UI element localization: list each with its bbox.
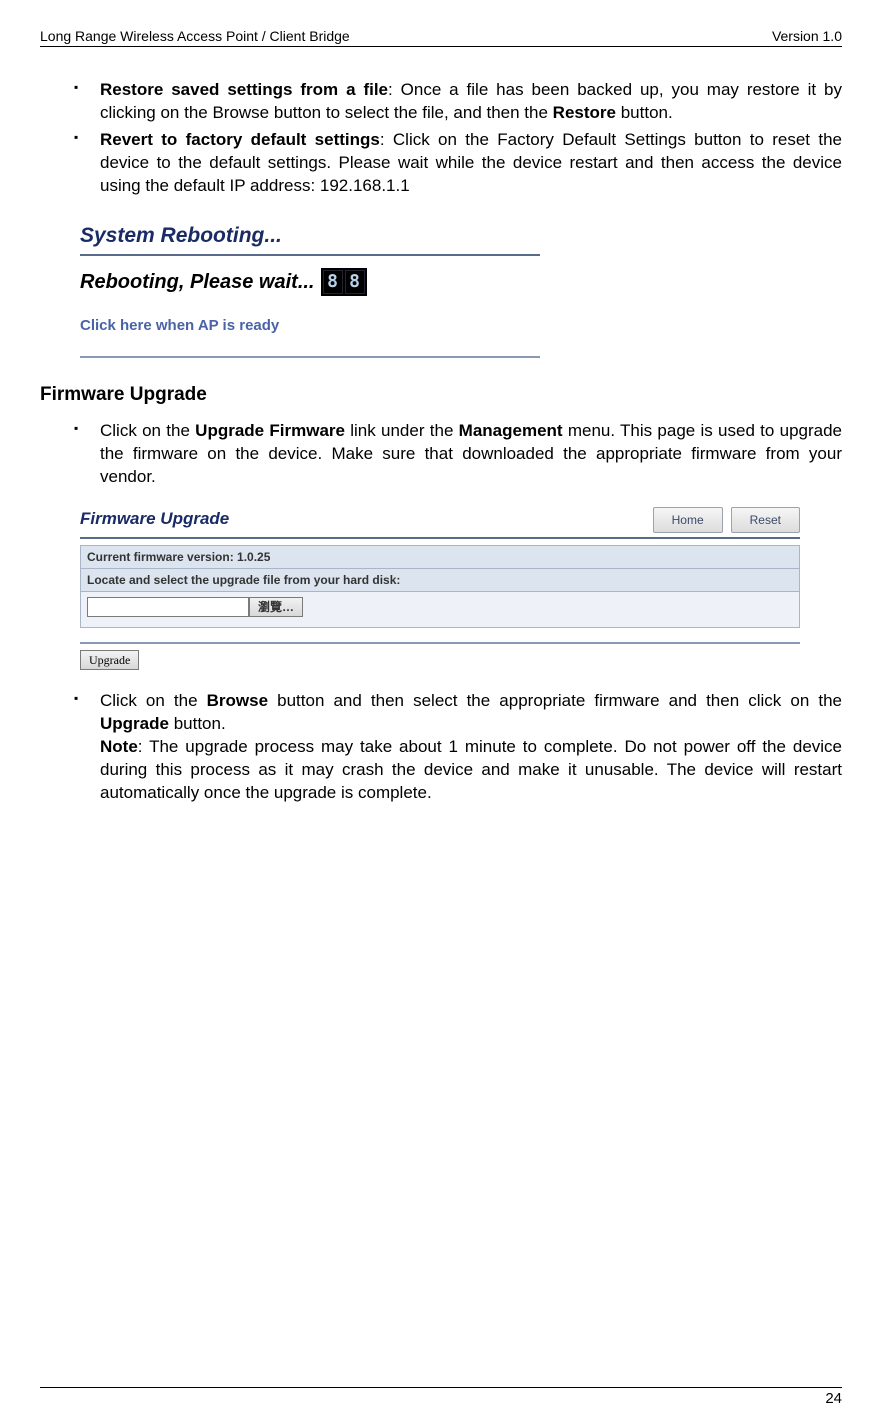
bullet-tail: button. [616,103,673,122]
t: Browse [207,691,268,710]
t: Upgrade Firmware [195,421,345,440]
divider [80,254,540,256]
divider [80,356,540,358]
bullet-lead: Revert to factory default settings [100,130,380,149]
t: link under the [345,421,459,440]
bullet-revert: Revert to factory default settings: Clic… [74,129,842,198]
t: Click on the [100,691,207,710]
bullet-upgrade-firmware: Click on the Upgrade Firmware link under… [74,420,842,489]
countdown-icon: 8 8 [321,268,367,296]
bullet-browse-upgrade: Click on the Browse button and then sele… [74,690,842,805]
browse-button[interactable]: 瀏覽… [249,597,303,617]
t: button. [169,714,226,733]
digit-2: 8 [345,270,365,294]
mid-bullet-list: Click on the Upgrade Firmware link under… [74,420,842,489]
screenshot-reboot: System Rebooting... Rebooting, Please wa… [80,222,540,359]
reboot-title: System Rebooting... [80,222,540,250]
divider [80,642,800,644]
fw-title: Firmware Upgrade [80,508,229,531]
reboot-msg: Rebooting, Please wait... [80,269,315,296]
bullet-tail-bold: Restore [553,103,616,122]
t: Click on the [100,421,195,440]
bullet-lead: Restore saved settings from a file [100,80,388,99]
t: Management [459,421,563,440]
t: Upgrade [100,714,169,733]
reset-button[interactable]: Reset [731,507,800,533]
header-right: Version 1.0 [772,28,842,44]
screenshot-firmware-upgrade: Firmware Upgrade Home Reset Current firm… [80,507,800,668]
divider [80,537,800,539]
fw-file-row: 瀏覽… [80,591,800,627]
fw-version-row: Current firmware version: 1.0.25 [80,545,800,568]
t: button and then select the appropriate f… [268,691,842,710]
ap-ready-link[interactable]: Click here when AP is ready [80,316,540,336]
page-footer: 24 [40,1387,842,1407]
digit-1: 8 [323,270,343,294]
fw-locate-row: Locate and select the upgrade file from … [80,568,800,591]
file-input[interactable] [87,597,249,617]
bottom-bullet-list: Click on the Browse button and then sele… [74,690,842,805]
home-button[interactable]: Home [653,507,723,533]
page-header: Long Range Wireless Access Point / Clien… [40,28,842,47]
page-number: 24 [825,1390,842,1407]
reboot-msg-row: Rebooting, Please wait... 8 8 [80,268,540,296]
note-body: : The upgrade process may take about 1 m… [100,737,842,802]
bullet-restore: Restore saved settings from a file: Once… [74,79,842,125]
note-lead: Note [100,737,138,756]
upgrade-button[interactable]: Upgrade [80,650,139,670]
header-left: Long Range Wireless Access Point / Clien… [40,28,350,44]
section-title: Firmware Upgrade [40,382,842,408]
top-bullet-list: Restore saved settings from a file: Once… [74,79,842,198]
